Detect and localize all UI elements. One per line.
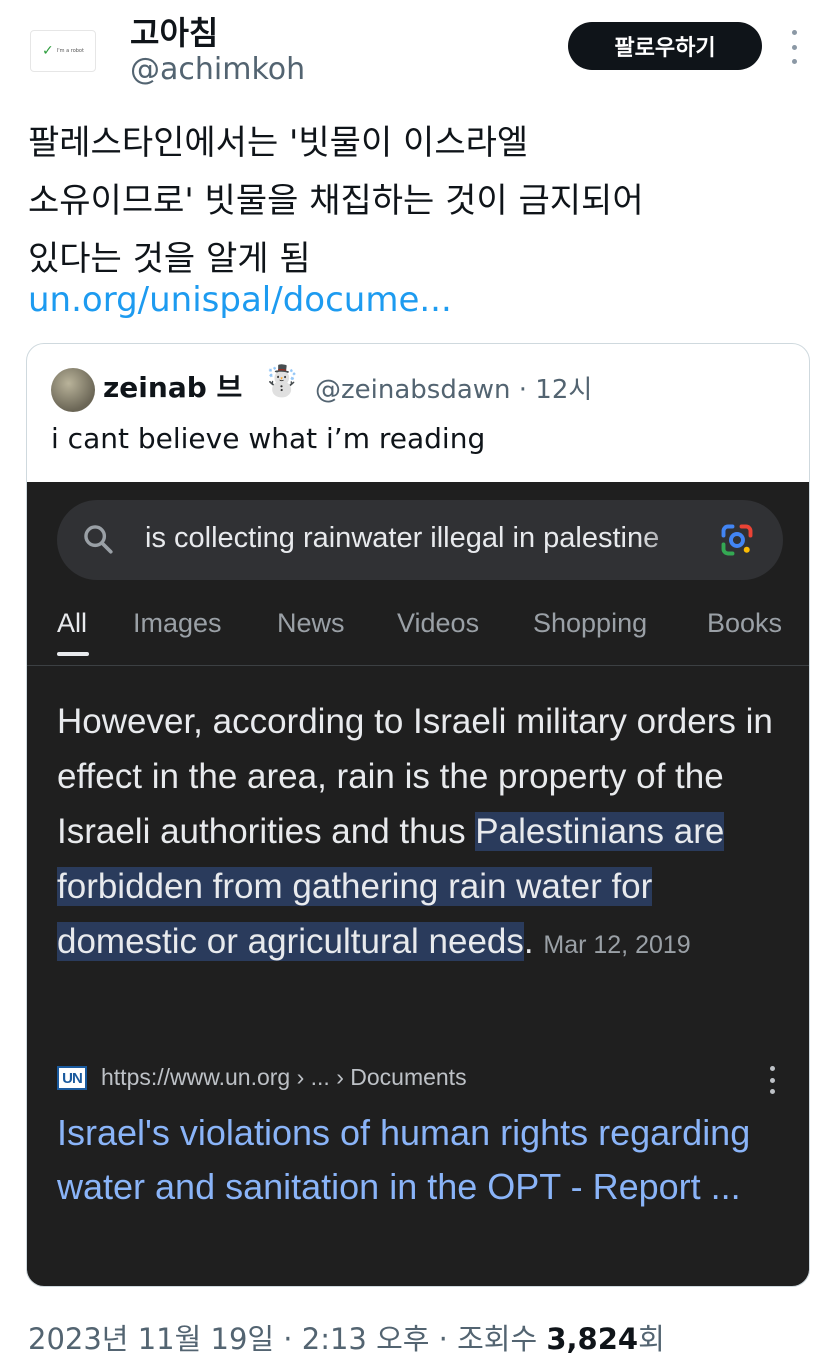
user-handle[interactable]: @achimkoh (130, 52, 305, 87)
featured-snippet: However, according to Israeli military o… (57, 694, 777, 973)
tweet-meta: 2023년 11월 19일 · 2:13 오후 · 조회수 3,824회 (28, 1316, 665, 1355)
timestamp[interactable]: 2023년 11월 19일 · 2:13 오후 · 조회수 (28, 1322, 546, 1355)
tweet-text: 팔레스타인에서는 '빗물이 이스라엘 소유이므로' 빗물을 채집하는 것이 금지… (28, 114, 808, 288)
search-query: is collecting rainwater illegal in pales… (145, 522, 660, 554)
google-search-screenshot[interactable]: is collecting rainwater illegal in pales… (27, 482, 809, 1286)
un-logo-icon: UN (57, 1066, 87, 1090)
tweet-text-line: 소유이므로' 빗물을 채집하는 것이 금지되어 (28, 181, 644, 221)
view-count: 3,824 (546, 1322, 639, 1355)
search-icon (84, 525, 113, 554)
tab-images[interactable]: Images (133, 608, 222, 639)
google-lens-icon (721, 524, 753, 556)
tab-all[interactable]: All (57, 608, 87, 639)
more-options-icon[interactable] (786, 30, 802, 64)
result-source: UN https://www.un.org › ... › Documents (57, 1060, 787, 1100)
result-title-link[interactable]: Israel's violations of human rights rega… (57, 1106, 777, 1214)
active-tab-indicator (57, 652, 89, 656)
follow-button[interactable]: 팔로우하기 (568, 22, 762, 70)
display-name[interactable]: 고아침 (130, 8, 218, 54)
avatar[interactable]: ✓ I'm a robot (30, 30, 96, 72)
avatar-text: I'm a robot (56, 48, 84, 54)
tab-videos[interactable]: Videos (397, 608, 479, 639)
tab-news[interactable]: News (277, 608, 345, 639)
quote-display-name[interactable]: zeinab 브 (103, 366, 242, 406)
google-search-bar: is collecting rainwater illegal in pales… (57, 500, 783, 580)
checkmark-icon: ✓ (42, 43, 54, 59)
quote-avatar[interactable] (51, 368, 95, 412)
view-suffix: 회 (638, 1322, 665, 1355)
quote-handle-time: @zeinabsdawn · 12시 (315, 375, 593, 405)
tab-books[interactable]: Books (707, 608, 782, 639)
search-tabs: All Images News Videos Shopping Books (27, 602, 809, 666)
tab-shopping[interactable]: Shopping (533, 608, 647, 639)
tweet-header: ✓ I'm a robot 고아침 @achimkoh 팔로우하기 (0, 0, 835, 100)
snippet-date: Mar 12, 2019 (543, 931, 691, 959)
snowman-emoji-icon: ☃️ (263, 364, 301, 399)
tweet-link[interactable]: un.org/unispal/docume... (28, 280, 452, 320)
source-url[interactable]: https://www.un.org › ... › Documents (101, 1064, 467, 1091)
tweet-text-line: 팔레스타인에서는 '빗물이 이스라엘 (28, 123, 529, 163)
quote-text: i cant believe what i’m reading (51, 422, 486, 455)
snippet-end: . (523, 922, 534, 961)
result-menu-icon[interactable] (767, 1066, 777, 1094)
quote-tweet-card[interactable]: zeinab 브 ☃️ @zeinabsdawn · 12시 i cant be… (26, 343, 810, 1287)
